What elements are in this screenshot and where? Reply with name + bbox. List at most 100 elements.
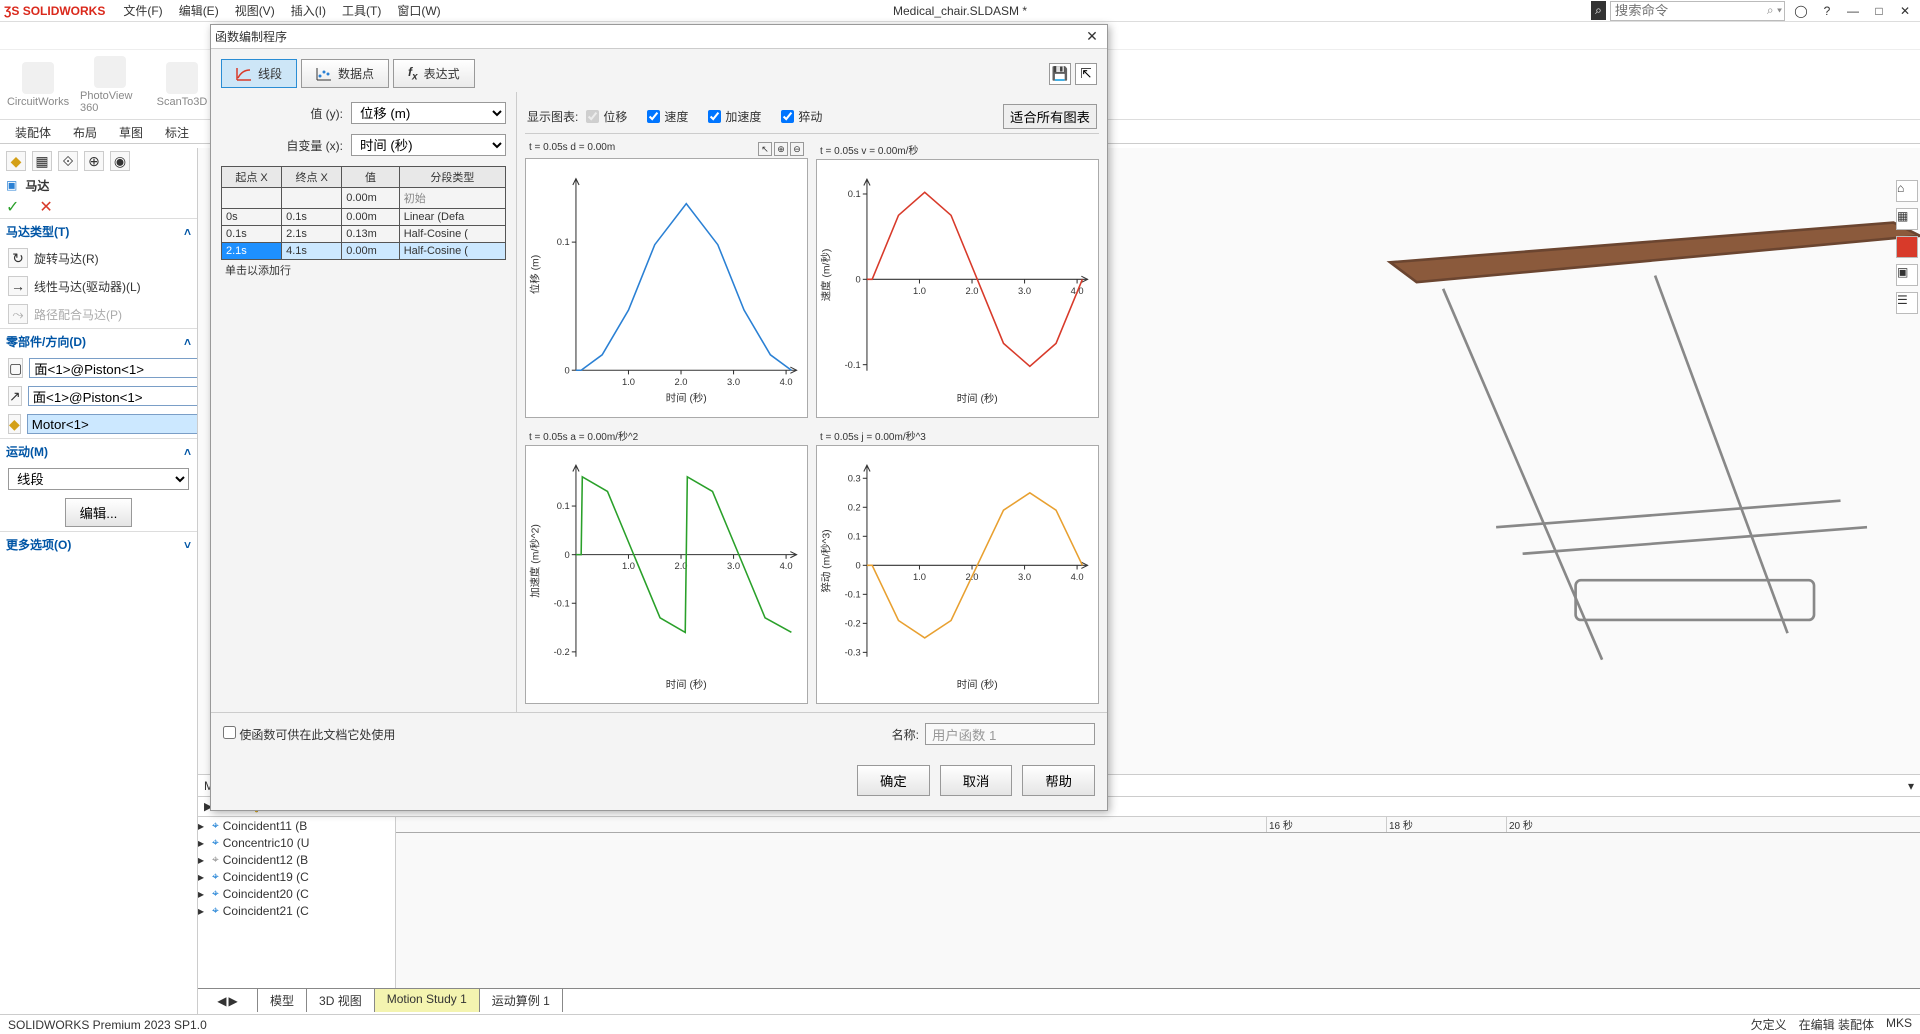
- linear-icon: →: [8, 276, 28, 296]
- edit-button[interactable]: 编辑...: [65, 498, 133, 527]
- close-icon[interactable]: ✕: [1894, 2, 1916, 20]
- mate-tree[interactable]: ▸⌖Coincident11 (B▸⌖Concentric10 (U▸⌖Coin…: [198, 817, 396, 988]
- tab-model[interactable]: 模型: [258, 989, 307, 1012]
- chart-canvas[interactable]: 1.02.03.04.0-0.100.1时间 (秒)速度 (m/秒): [816, 159, 1099, 418]
- tab-segments[interactable]: 线段: [221, 59, 297, 88]
- svg-text:1.0: 1.0: [622, 562, 635, 572]
- chart-canvas[interactable]: 1.02.03.04.0-0.2-0.100.1时间 (秒)加速度 (m/秒^2…: [525, 445, 808, 704]
- face1-input[interactable]: [29, 358, 198, 378]
- menu-insert[interactable]: 插入(I): [283, 2, 334, 19]
- side-icon[interactable]: ⌂: [1896, 180, 1918, 202]
- panel-icon[interactable]: ⊕: [84, 151, 104, 171]
- timeline-track[interactable]: 16 秒 18 秒 20 秒: [396, 817, 1920, 988]
- tab-3dview[interactable]: 3D 视图: [307, 989, 375, 1012]
- value-label: 值 (y):: [221, 105, 351, 122]
- search-input[interactable]: [1610, 1, 1785, 21]
- help-button[interactable]: 帮助: [1022, 765, 1095, 796]
- mate-row[interactable]: ▸⌖Coincident11 (B: [198, 817, 395, 834]
- maximize-icon[interactable]: □: [1868, 2, 1890, 20]
- mate-row[interactable]: ▸⌖Coincident20 (C: [198, 885, 395, 902]
- chart-tool-icon[interactable]: ⊕: [774, 142, 788, 156]
- option-linear[interactable]: → 线性马达(驱动器)(L): [0, 272, 197, 300]
- section-motion[interactable]: 运动(M)˄: [0, 438, 197, 464]
- tab-assembly[interactable]: 装配体: [4, 120, 62, 143]
- ok-icon[interactable]: ✓: [6, 197, 19, 217]
- svg-text:0.3: 0.3: [848, 474, 861, 484]
- mate-row[interactable]: ▸⌖Coincident12 (B: [198, 851, 395, 868]
- ribbon-scanto3d[interactable]: ScanTo3D: [152, 54, 212, 115]
- section-component[interactable]: 零部件/方向(D)˄: [0, 328, 197, 354]
- side-icon[interactable]: ▣: [1896, 264, 1918, 286]
- panel-icon[interactable]: ▦: [32, 151, 52, 171]
- check-jerk[interactable]: 猝动: [781, 108, 822, 125]
- help-icon[interactable]: ?: [1816, 2, 1838, 20]
- check-acc[interactable]: 加速度: [708, 108, 761, 125]
- svg-text:1.0: 1.0: [622, 377, 635, 387]
- section-motor-type[interactable]: 马达类型(T)˄: [0, 218, 197, 244]
- menu-tools[interactable]: 工具(T): [334, 2, 389, 19]
- chevron-icon[interactable]: ▾: [1908, 779, 1914, 793]
- side-icon[interactable]: ☰: [1896, 292, 1918, 314]
- motion-type-select[interactable]: 线段: [8, 468, 189, 490]
- tab-expression[interactable]: fx 表达式: [393, 59, 475, 88]
- menu-file[interactable]: 文件(F): [115, 2, 170, 19]
- mate-row[interactable]: ▸⌖Concentric10 (U: [198, 834, 395, 851]
- ribbon-circuitworks[interactable]: CircuitWorks: [8, 54, 68, 115]
- chart-canvas[interactable]: 1.02.03.04.0-0.3-0.2-0.100.10.20.3时间 (秒)…: [816, 445, 1099, 704]
- menu-view[interactable]: 视图(V): [227, 2, 283, 19]
- segment-table[interactable]: 起点 X 终点 X 值 分段类型 0.00m初始 0s0.1s0.00mLine…: [221, 166, 506, 260]
- panel-icon[interactable]: ⟐: [58, 151, 78, 171]
- panel-icon[interactable]: ◉: [110, 151, 130, 171]
- mate-row[interactable]: ▸⌖Coincident21 (C: [198, 902, 395, 919]
- save-icon[interactable]: 💾: [1049, 63, 1071, 85]
- tab-layout[interactable]: 布局: [62, 120, 108, 143]
- table-row[interactable]: 0.00m初始: [222, 188, 506, 209]
- section-more[interactable]: 更多选项(O)˅: [0, 531, 197, 557]
- menu-window[interactable]: 窗口(W): [389, 2, 448, 19]
- tab-sketch[interactable]: 草图: [108, 120, 154, 143]
- option-path[interactable]: ⤳ 路径配合马达(P): [0, 300, 197, 328]
- tab-motion-case[interactable]: 运动算例 1: [480, 989, 563, 1012]
- svg-text:3.0: 3.0: [727, 562, 740, 572]
- menu-edit[interactable]: 编辑(E): [171, 2, 227, 19]
- value-select[interactable]: 位移 (m): [351, 102, 506, 124]
- option-rotary[interactable]: ↻ 旋转马达(R): [0, 244, 197, 272]
- check-vel[interactable]: 速度: [647, 108, 688, 125]
- ok-button[interactable]: 确定: [857, 765, 930, 796]
- add-row-hint[interactable]: 单击以添加行: [221, 260, 506, 280]
- tab-annotate[interactable]: 标注: [154, 120, 200, 143]
- chart-tool-icon[interactable]: ↖: [758, 142, 772, 156]
- indep-select[interactable]: 时间 (秒): [351, 134, 506, 156]
- user-icon[interactable]: ◯: [1790, 2, 1812, 20]
- chart-tool-icon[interactable]: ⊖: [790, 142, 804, 156]
- export-icon[interactable]: ⇱: [1075, 63, 1097, 85]
- chart-canvas[interactable]: 1.02.03.04.000.1时间 (秒)位移 (m): [525, 158, 808, 418]
- side-icon[interactable]: [1896, 236, 1918, 258]
- table-row[interactable]: 2.1s4.1s0.00mHalf-Cosine (: [222, 243, 506, 260]
- path-icon: ⤳: [8, 304, 28, 324]
- minimize-icon[interactable]: —: [1842, 2, 1864, 20]
- side-icon[interactable]: ▦: [1896, 208, 1918, 230]
- tab-arrow-icon[interactable]: ▶: [229, 994, 238, 1008]
- face-icon[interactable]: ▢: [8, 358, 23, 378]
- tab-arrow-icon[interactable]: ◀: [217, 994, 226, 1008]
- panel-icon[interactable]: ◆: [6, 151, 26, 171]
- svg-text:-0.1: -0.1: [845, 590, 861, 600]
- fit-all-button[interactable]: 适合所有图表: [1003, 104, 1097, 129]
- cancel-button[interactable]: 取消: [940, 765, 1013, 796]
- table-row[interactable]: 0.1s2.1s0.13mHalf-Cosine (: [222, 226, 506, 243]
- motor-ref-icon[interactable]: ◆: [8, 414, 21, 434]
- ribbon-photoview[interactable]: PhotoView 360: [80, 54, 140, 115]
- name-input[interactable]: [925, 723, 1095, 745]
- check-disp[interactable]: 位移: [586, 108, 627, 125]
- cancel-icon[interactable]: ✕: [39, 197, 52, 217]
- tab-motion-study[interactable]: Motion Study 1: [375, 989, 480, 1012]
- mate-row[interactable]: ▸⌖Coincident19 (C: [198, 868, 395, 885]
- dialog-close-icon[interactable]: ✕: [1081, 27, 1103, 47]
- direction-icon[interactable]: ↗: [8, 386, 22, 406]
- table-row[interactable]: 0s0.1s0.00mLinear (Defa: [222, 209, 506, 226]
- motor-input[interactable]: [27, 414, 198, 434]
- face2-input[interactable]: [28, 386, 198, 406]
- tab-datapoints[interactable]: 数据点: [301, 59, 389, 88]
- doc-check[interactable]: 使函数可供在此文档它处使用: [223, 726, 395, 743]
